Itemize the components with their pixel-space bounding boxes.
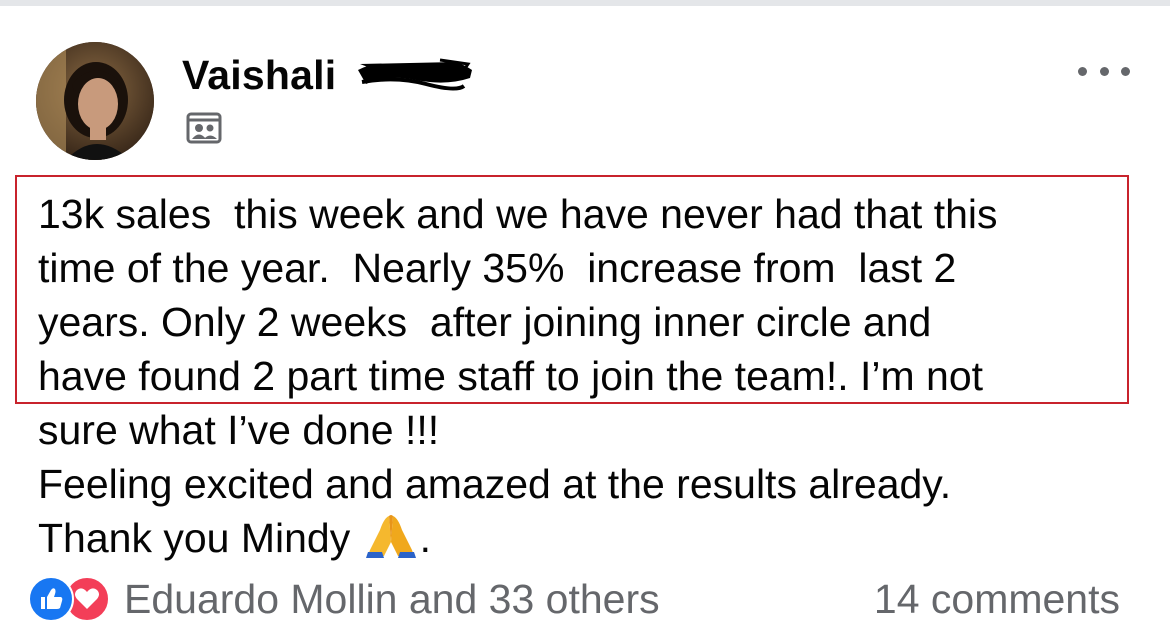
post-text-line: sure what I’ve done !!! — [38, 407, 440, 453]
reactions-summary[interactable]: Eduardo Mollin and 33 others — [28, 576, 660, 622]
avatar-photo — [36, 42, 154, 160]
more-options-icon[interactable] — [1078, 58, 1130, 84]
folded-hands-icon — [365, 515, 416, 558]
author-name[interactable]: Vaishali — [182, 50, 336, 100]
post-text-line: time of the year. Nearly 35% increase fr… — [38, 245, 957, 291]
post-text-line: Feeling excited and amazed at the result… — [38, 461, 952, 507]
final-period: . — [419, 515, 432, 561]
post-text-line: 13k sales this week and we have never ha… — [38, 191, 998, 237]
facebook-post: Vaishali 13k sales this week and we have… — [0, 0, 1170, 638]
reactors-text[interactable]: Eduardo Mollin and 33 others — [124, 576, 660, 623]
post-body: 13k sales this week and we have never ha… — [38, 187, 1148, 565]
post-text-line: Thank you Mindy — [38, 515, 351, 561]
post-text-final-line: Thank you Mindy . — [38, 511, 1148, 565]
avatar[interactable] — [36, 42, 154, 160]
post-text-line: years. Only 2 weeks after joining inner … — [38, 299, 932, 345]
redacted-surname-mark — [356, 56, 474, 92]
group-audience-icon[interactable] — [186, 110, 222, 146]
like-icon — [28, 576, 74, 622]
divider — [0, 0, 1170, 6]
comments-count-link[interactable]: 14 comments — [874, 576, 1120, 622]
post-text-line: have found 2 part time staff to join the… — [38, 353, 984, 399]
